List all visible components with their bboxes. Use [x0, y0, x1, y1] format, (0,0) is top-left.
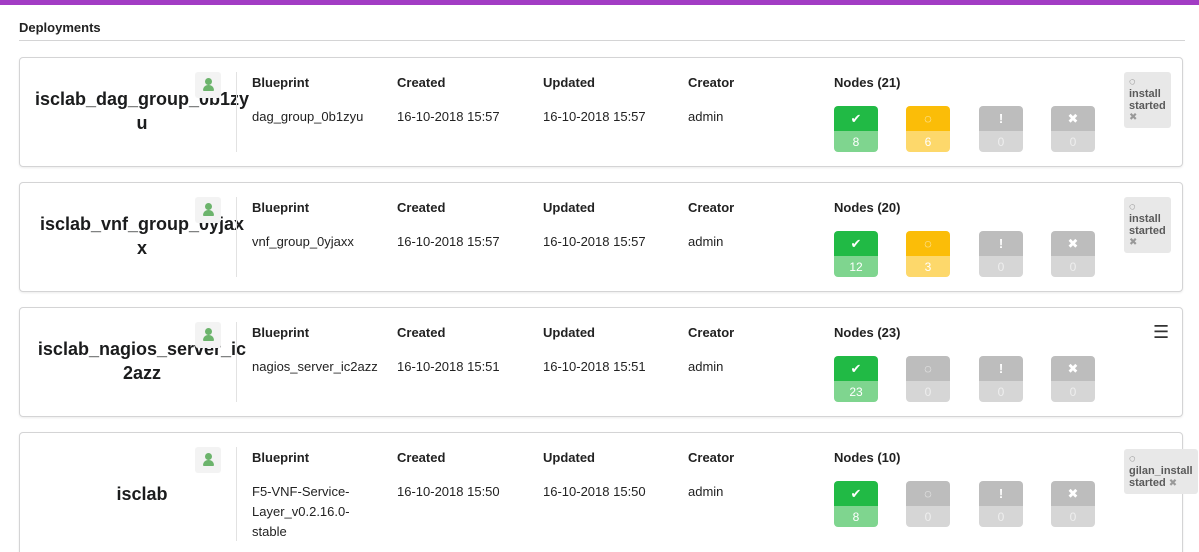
- nodes-header: Nodes (10): [834, 450, 901, 465]
- nodes-warning[interactable]: ! 0: [979, 231, 1023, 277]
- spinner-icon: ◌: [1129, 201, 1136, 213]
- nodes-warning[interactable]: ! 0: [979, 356, 1023, 402]
- deployment-name[interactable]: isclab: [24, 482, 260, 506]
- close-icon[interactable]: ✖: [1129, 237, 1166, 249]
- deployment-card[interactable]: isclab_nagios_server_ic 2azz Blueprint C…: [19, 307, 1183, 417]
- nodes-warning[interactable]: ! 0: [979, 481, 1023, 527]
- created-header: Created: [397, 75, 446, 90]
- hamburger-menu-icon[interactable]: ☰: [1153, 322, 1169, 343]
- blueprint-header: Blueprint: [252, 325, 310, 340]
- exclamation-icon: !: [979, 356, 1023, 381]
- blueprint-link[interactable]: F5-VNF-Service- Layer_v0.2.16.0- stable: [252, 482, 392, 542]
- updated-value: 16-10-2018 15:51: [543, 359, 646, 374]
- exclamation-icon: !: [979, 231, 1023, 256]
- blueprint-link[interactable]: nagios_server_ic2azz: [252, 357, 392, 377]
- user-icon: [195, 447, 221, 473]
- nodes-in-progress[interactable]: ◌ 6: [906, 106, 950, 152]
- check-icon: ✔: [834, 481, 878, 506]
- execution-status-label[interactable]: ◌ gilan_install started ✖: [1124, 449, 1198, 494]
- spinner-icon: ◌: [1129, 453, 1136, 465]
- updated-value: 16-10-2018 15:57: [543, 109, 646, 124]
- close-icon[interactable]: ✖: [1169, 478, 1177, 489]
- x-icon: ✖: [1051, 481, 1095, 506]
- nodes-in-progress[interactable]: ◌ 0: [906, 481, 950, 527]
- execution-status-label[interactable]: ◌ install started ✖: [1124, 72, 1171, 128]
- x-icon: ✖: [1051, 231, 1095, 256]
- execution-status-label[interactable]: ◌ install started ✖: [1124, 197, 1171, 253]
- updated-header: Updated: [543, 200, 595, 215]
- updated-value: 16-10-2018 15:57: [543, 234, 646, 249]
- blueprint-header: Blueprint: [252, 75, 310, 90]
- spinner-icon: ◌: [906, 481, 950, 506]
- close-icon[interactable]: ✖: [1129, 112, 1166, 124]
- title-divider: [19, 40, 1185, 41]
- nodes-header: Nodes (20): [834, 200, 901, 215]
- divider: [236, 72, 237, 152]
- created-value: 16-10-2018 15:57: [397, 109, 500, 124]
- x-icon: ✖: [1051, 356, 1095, 381]
- creator-header: Creator: [688, 75, 735, 90]
- user-icon: [195, 197, 221, 223]
- deployment-name[interactable]: isclab_dag_group_0b1zy u: [24, 87, 260, 135]
- check-icon: ✔: [834, 231, 878, 256]
- check-icon: ✔: [834, 106, 878, 131]
- divider: [236, 447, 237, 541]
- creator-value: admin: [688, 234, 724, 249]
- spinner-icon: ◌: [906, 106, 950, 131]
- created-value: 16-10-2018 15:51: [397, 359, 500, 374]
- created-header: Created: [397, 450, 446, 465]
- spinner-icon: ◌: [906, 231, 950, 256]
- deployment-card[interactable]: isclab Blueprint Created Updated Creator…: [19, 432, 1198, 552]
- nodes-in-progress[interactable]: ◌ 3: [906, 231, 950, 277]
- x-icon: ✖: [1051, 106, 1095, 131]
- created-header: Created: [397, 200, 446, 215]
- updated-header: Updated: [543, 325, 595, 340]
- nodes-success[interactable]: ✔ 8: [834, 481, 878, 527]
- created-header: Created: [397, 325, 446, 340]
- divider: [236, 322, 237, 402]
- deployment-name[interactable]: isclab_nagios_server_ic 2azz: [24, 337, 260, 385]
- created-value: 16-10-2018 15:50: [397, 484, 500, 499]
- nodes-failed[interactable]: ✖ 0: [1051, 356, 1095, 402]
- exclamation-icon: !: [979, 481, 1023, 506]
- user-icon: [195, 322, 221, 348]
- deployment-card[interactable]: isclab_vnf_group_0yjax x Blueprint Creat…: [19, 182, 1183, 292]
- creator-header: Creator: [688, 200, 735, 215]
- nodes-warning[interactable]: ! 0: [979, 106, 1023, 152]
- updated-header: Updated: [543, 75, 595, 90]
- spinner-icon: ◌: [1129, 76, 1136, 88]
- nodes-success[interactable]: ✔ 8: [834, 106, 878, 152]
- nodes-failed[interactable]: ✖ 0: [1051, 481, 1095, 527]
- deployment-card[interactable]: isclab_dag_group_0b1zy u Blueprint Creat…: [19, 57, 1183, 167]
- deployment-name[interactable]: isclab_vnf_group_0yjax x: [24, 212, 260, 260]
- creator-value: admin: [688, 359, 724, 374]
- creator-header: Creator: [688, 325, 735, 340]
- blueprint-header: Blueprint: [252, 200, 310, 215]
- user-icon: [195, 72, 221, 98]
- creator-value: admin: [688, 484, 724, 499]
- updated-header: Updated: [543, 450, 595, 465]
- creator-value: admin: [688, 109, 724, 124]
- creator-header: Creator: [688, 450, 735, 465]
- check-icon: ✔: [834, 356, 878, 381]
- blueprint-link[interactable]: dag_group_0b1zyu: [252, 107, 392, 127]
- blueprint-link[interactable]: vnf_group_0yjaxx: [252, 232, 392, 252]
- divider: [236, 197, 237, 277]
- nodes-header: Nodes (21): [834, 75, 901, 90]
- exclamation-icon: !: [979, 106, 1023, 131]
- widget-top-border: [0, 0, 1199, 5]
- nodes-failed[interactable]: ✖ 0: [1051, 231, 1095, 277]
- created-value: 16-10-2018 15:57: [397, 234, 500, 249]
- nodes-in-progress[interactable]: ◌ 0: [906, 356, 950, 402]
- nodes-failed[interactable]: ✖ 0: [1051, 106, 1095, 152]
- spinner-icon: ◌: [906, 356, 950, 381]
- blueprint-header: Blueprint: [252, 450, 310, 465]
- nodes-success[interactable]: ✔ 23: [834, 356, 878, 402]
- updated-value: 16-10-2018 15:50: [543, 484, 646, 499]
- widget-title: Deployments: [19, 20, 101, 35]
- nodes-success[interactable]: ✔ 12: [834, 231, 878, 277]
- nodes-header: Nodes (23): [834, 325, 901, 340]
